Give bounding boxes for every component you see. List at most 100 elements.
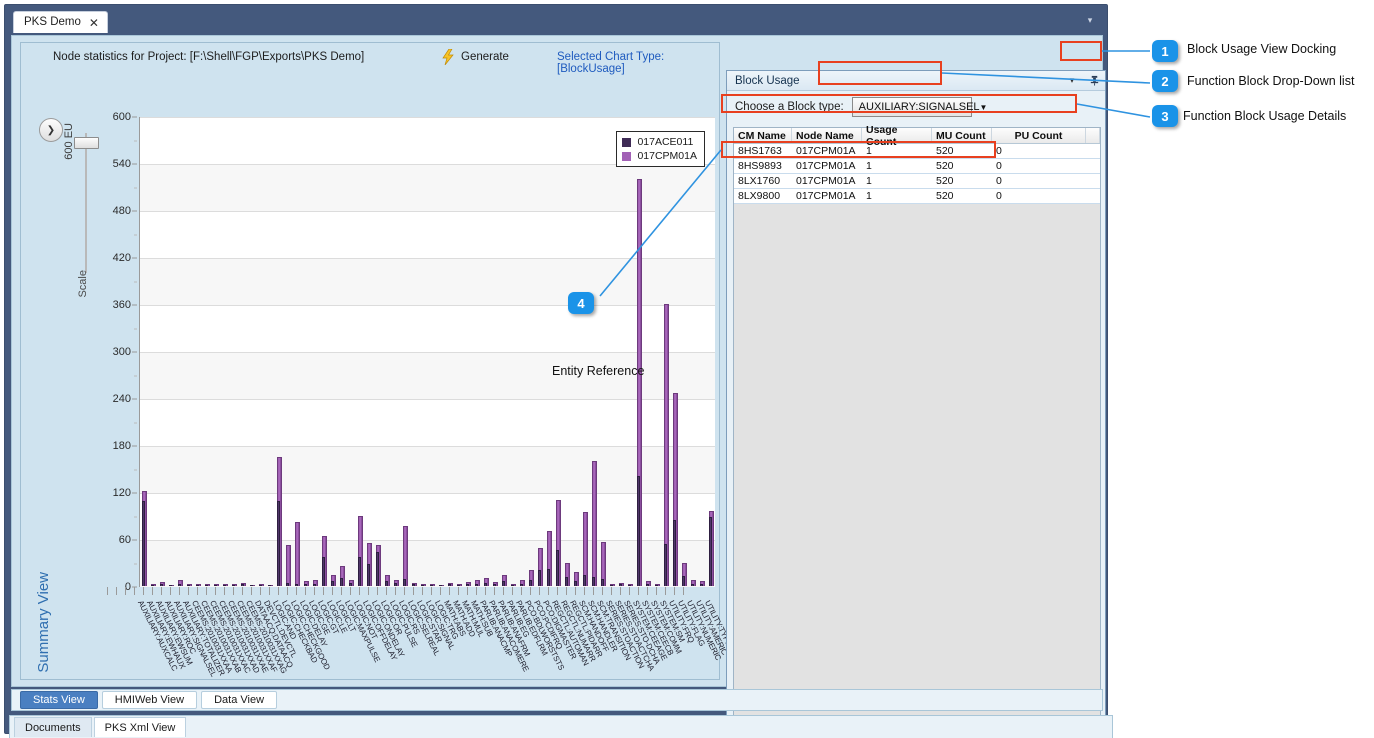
block-type-chooser-label: Choose a Block type: xyxy=(735,101,844,113)
table-row[interactable]: 8HS9893 017CPM01A 1 520 0 xyxy=(734,159,1100,174)
column-header-node-name[interactable]: Node Name xyxy=(792,128,862,143)
bar-series-container xyxy=(140,117,715,586)
document-tab-pks-demo[interactable]: PKS Demo ✕ xyxy=(13,11,108,33)
x-axis-tick-mark xyxy=(449,587,450,595)
x-axis-tick-mark xyxy=(287,587,288,595)
lightning-bolt-icon xyxy=(441,48,455,66)
expand-panel-button[interactable]: ❯ xyxy=(39,118,63,142)
annotation-label-2: Function Block Drop-Down list xyxy=(1187,74,1355,88)
column-header-usage-count[interactable]: Usage Count xyxy=(862,124,932,148)
bar-017ace011 xyxy=(286,582,290,586)
x-axis-tick-mark xyxy=(557,587,558,595)
bar-017ace011 xyxy=(538,570,542,586)
bar-017cpm01a xyxy=(285,545,292,586)
bar-017ace011 xyxy=(277,501,281,586)
x-axis-tick-mark xyxy=(395,587,396,595)
bar-017ace011 xyxy=(457,585,461,586)
bar-017ace011 xyxy=(628,585,632,586)
x-axis-tick-mark xyxy=(359,587,360,595)
tab-stats-view[interactable]: Stats View xyxy=(20,691,98,709)
block-usage-grid[interactable]: CM Name Node Name Usage Count MU Count P… xyxy=(733,124,1101,717)
x-axis-tick-mark xyxy=(116,587,117,595)
legend-label: 017ACE011 xyxy=(637,136,694,148)
cell-mu-count: 520 xyxy=(936,190,954,202)
y-axis-tick-mark xyxy=(132,445,137,447)
y-axis-tick-mark xyxy=(132,539,137,541)
tab-pks-xml-view[interactable]: PKS Xml View xyxy=(93,717,187,737)
table-row[interactable]: 8LX1760 017CPM01A 1 520 0 xyxy=(734,174,1100,189)
x-axis-tick-mark xyxy=(233,587,234,595)
x-axis-tick-mark xyxy=(260,587,261,595)
y-axis-minor-tick xyxy=(134,281,137,282)
tab-hmiweb-view[interactable]: HMIWeb View xyxy=(101,691,198,709)
column-header-pu-count[interactable]: PU Count xyxy=(992,128,1086,143)
x-axis-tick-mark xyxy=(548,587,549,595)
bar-017ace011 xyxy=(313,583,317,586)
bar-017ace011 xyxy=(547,568,551,586)
callout-4: 4 xyxy=(568,292,594,314)
scale-slider-label: Scale xyxy=(77,270,89,298)
x-axis-tick-mark xyxy=(152,587,153,595)
bar-017ace011 xyxy=(259,585,263,586)
x-axis-tick-mark xyxy=(278,587,279,595)
cell-mu-count: 520 xyxy=(936,160,954,172)
scale-slider[interactable]: 600 EU Scale xyxy=(63,115,105,315)
scale-slider-track[interactable] xyxy=(85,133,87,273)
chevron-down-icon[interactable]: ▾ xyxy=(1065,73,1079,87)
y-axis-tick-mark xyxy=(132,398,137,400)
x-axis-ticks xyxy=(107,587,684,597)
block-usage-titlebar: Block Usage ▾ xyxy=(727,71,1105,91)
bar-017ace011 xyxy=(466,584,470,586)
cell-usage-count: 1 xyxy=(866,145,872,157)
bar-017ace011 xyxy=(322,557,326,586)
bar-017ace011 xyxy=(655,585,659,586)
bar-017ace011 xyxy=(610,585,614,586)
bar-017cpm01a xyxy=(402,526,409,586)
y-axis-tick-label: 240 xyxy=(112,393,131,405)
x-axis-tick-mark xyxy=(368,587,369,595)
pin-icon[interactable] xyxy=(1087,73,1101,87)
summary-view-label[interactable]: Summary View xyxy=(35,572,52,673)
bar-017ace011 xyxy=(493,584,497,586)
cell-cm-name: 8LX1760 xyxy=(738,175,781,187)
cell-mu-count: 520 xyxy=(936,175,954,187)
close-icon[interactable]: ✕ xyxy=(89,17,99,29)
x-axis-tick-mark xyxy=(584,587,585,595)
x-axis-tick-mark xyxy=(143,587,144,595)
x-axis-tick-mark xyxy=(611,587,612,595)
table-row[interactable]: 8LX9800 017CPM01A 1 520 0 xyxy=(734,189,1100,204)
block-type-dropdown[interactable]: AUXILIARY:SIGNALSEL ▼ xyxy=(851,97,987,117)
generate-button[interactable]: Generate xyxy=(441,48,509,66)
bar-017ace011 xyxy=(178,583,182,586)
column-header-mu-count[interactable]: MU Count xyxy=(932,128,992,143)
annotation-label-3: Function Block Usage Details xyxy=(1183,109,1347,123)
chevron-down-icon[interactable]: ▾ xyxy=(1083,13,1097,27)
bar-017ace011 xyxy=(304,583,308,586)
scale-slider-thumb[interactable] xyxy=(74,137,99,149)
bar-017ace011 xyxy=(574,580,578,586)
y-axis-minor-tick xyxy=(134,328,137,329)
column-header-cm-name[interactable]: CM Name xyxy=(734,128,792,143)
bar-017ace011 xyxy=(367,564,371,586)
y-axis-tick-label: 360 xyxy=(112,299,131,311)
callout-number: 2 xyxy=(1161,73,1169,89)
tab-documents[interactable]: Documents xyxy=(14,717,92,737)
grid-rows: 8HS1763 017CPM01A 1 520 0 8HS9893 017CPM01A 1 52… xyxy=(734,144,1100,204)
x-axis-tick-mark xyxy=(602,587,603,595)
selected-chart-type-link[interactable]: Selected Chart Type: [BlockUsage] xyxy=(557,51,719,75)
y-axis-tick-label: 180 xyxy=(112,440,131,452)
x-axis-tick-mark xyxy=(494,587,495,595)
cell-node-name: 017CPM01A xyxy=(796,160,856,172)
page-title: Node statistics for Project: [F:\Shell\F… xyxy=(53,51,365,63)
cell-mu-count: 520 xyxy=(936,145,954,157)
x-axis-tick-mark xyxy=(620,587,621,595)
bar-017ace011 xyxy=(664,543,668,586)
bar-017ace011 xyxy=(691,583,695,586)
table-row[interactable]: 8HS1763 017CPM01A 1 520 0 xyxy=(734,144,1100,159)
cell-usage-count: 1 xyxy=(866,175,872,187)
tab-data-view[interactable]: Data View xyxy=(201,691,278,709)
bar-017ace011 xyxy=(592,576,596,586)
bar-017ace011 xyxy=(142,501,146,586)
bar-017ace011 xyxy=(349,582,353,586)
bar-017ace011 xyxy=(214,585,218,586)
